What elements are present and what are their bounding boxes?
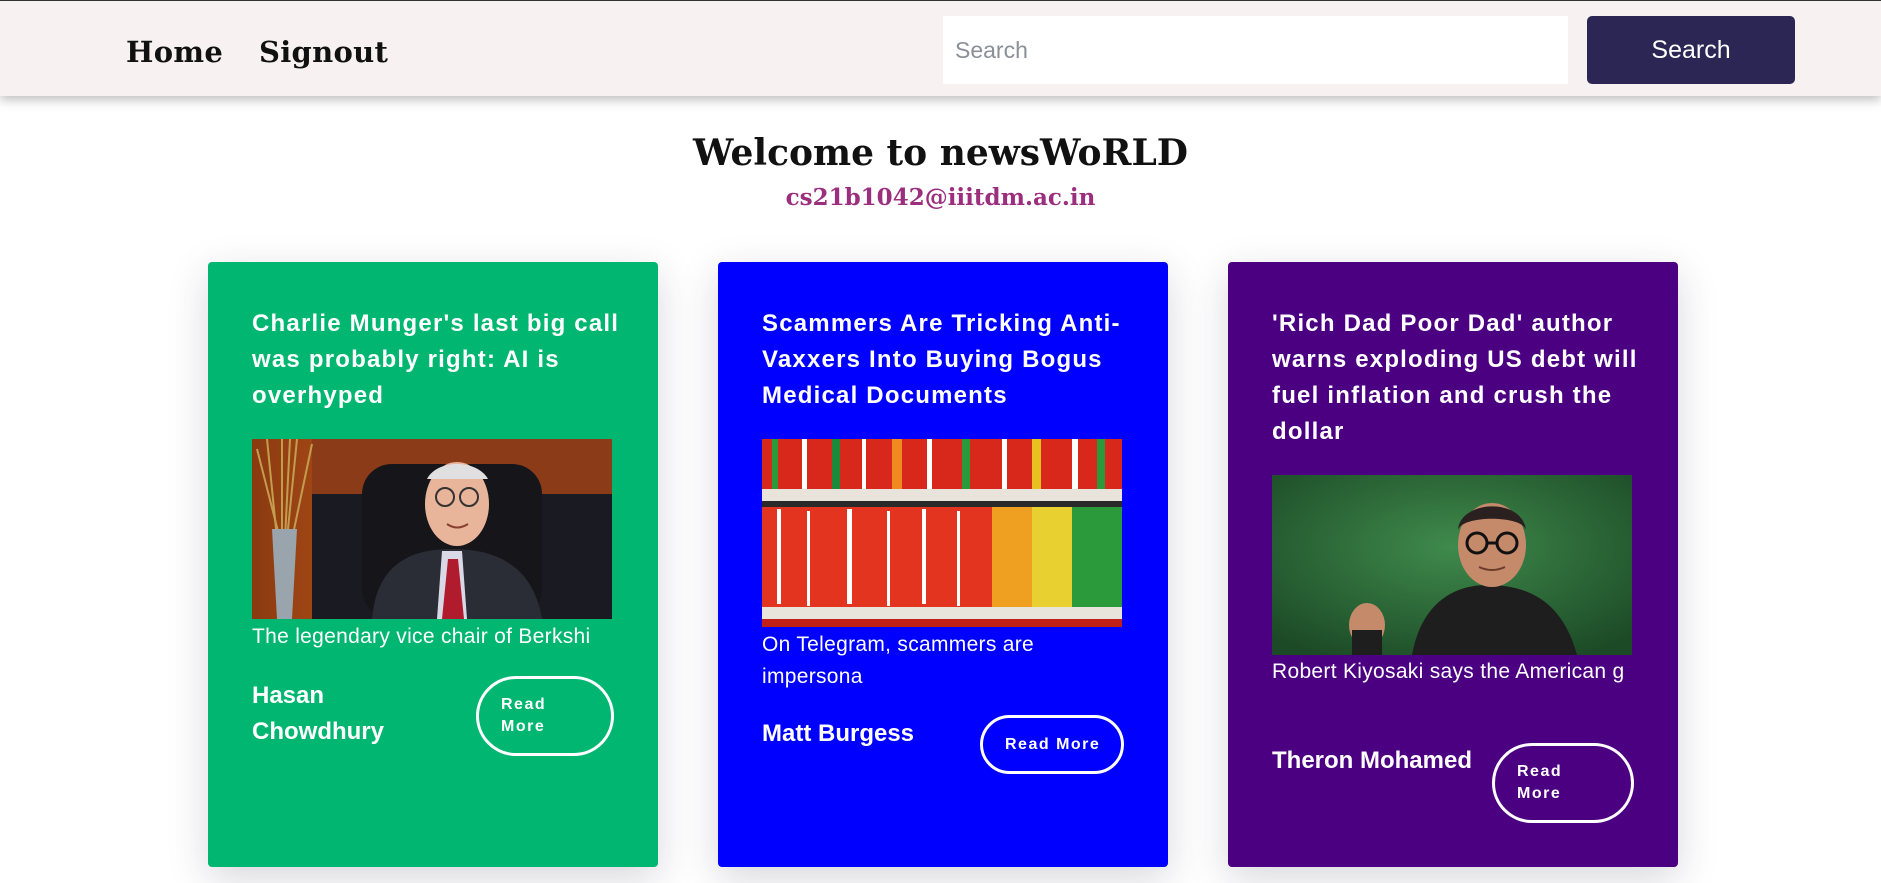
news-card-2: Scammers Are Tricking Anti-Vaxxers Into … [718, 262, 1168, 867]
munger-photo-image [252, 439, 612, 619]
card-author: Hasan Chowdhury [252, 682, 384, 745]
card-image [762, 439, 1122, 627]
card-image [1272, 475, 1632, 655]
card-image [252, 439, 612, 619]
search-button[interactable]: Search [1587, 16, 1795, 84]
card-description: On Telegram, scammers are impersona [762, 633, 1035, 688]
read-more-button[interactable]: Read More [980, 715, 1124, 774]
news-card-3: 'Rich Dad Poor Dad' author warns explodi… [1228, 262, 1678, 867]
read-more-button[interactable]: Read More [476, 676, 614, 756]
card-description: Robert Kiyosaki says the American g [1272, 660, 1625, 683]
medical-files-image [762, 439, 1122, 627]
navbar: Home Signout Search [0, 0, 1881, 96]
nav-signout-link[interactable]: Signout [259, 35, 388, 69]
search-input[interactable] [943, 16, 1568, 84]
kiyosaki-photo-image [1272, 475, 1632, 655]
card-author: Theron Mohamed [1272, 747, 1473, 774]
read-more-button[interactable]: Read More [1492, 743, 1634, 823]
news-card-1: Charlie Munger's last big call was proba… [208, 262, 658, 867]
card-author: Matt Burgess [762, 720, 915, 747]
card-title: Charlie Munger's last big call was proba… [252, 310, 620, 409]
card-title: Scammers Are Tricking Anti-Vaxxers Into … [762, 310, 1121, 409]
card-title: 'Rich Dad Poor Dad' author warns explodi… [1272, 310, 1638, 445]
card-description: The legendary vice chair of Berkshi [252, 625, 591, 648]
page-title: Welcome to newsWoRLD [693, 132, 1188, 174]
nav-home-link[interactable]: Home [126, 35, 223, 69]
user-email: cs21b1042@iiitdm.ac.in [785, 184, 1096, 211]
